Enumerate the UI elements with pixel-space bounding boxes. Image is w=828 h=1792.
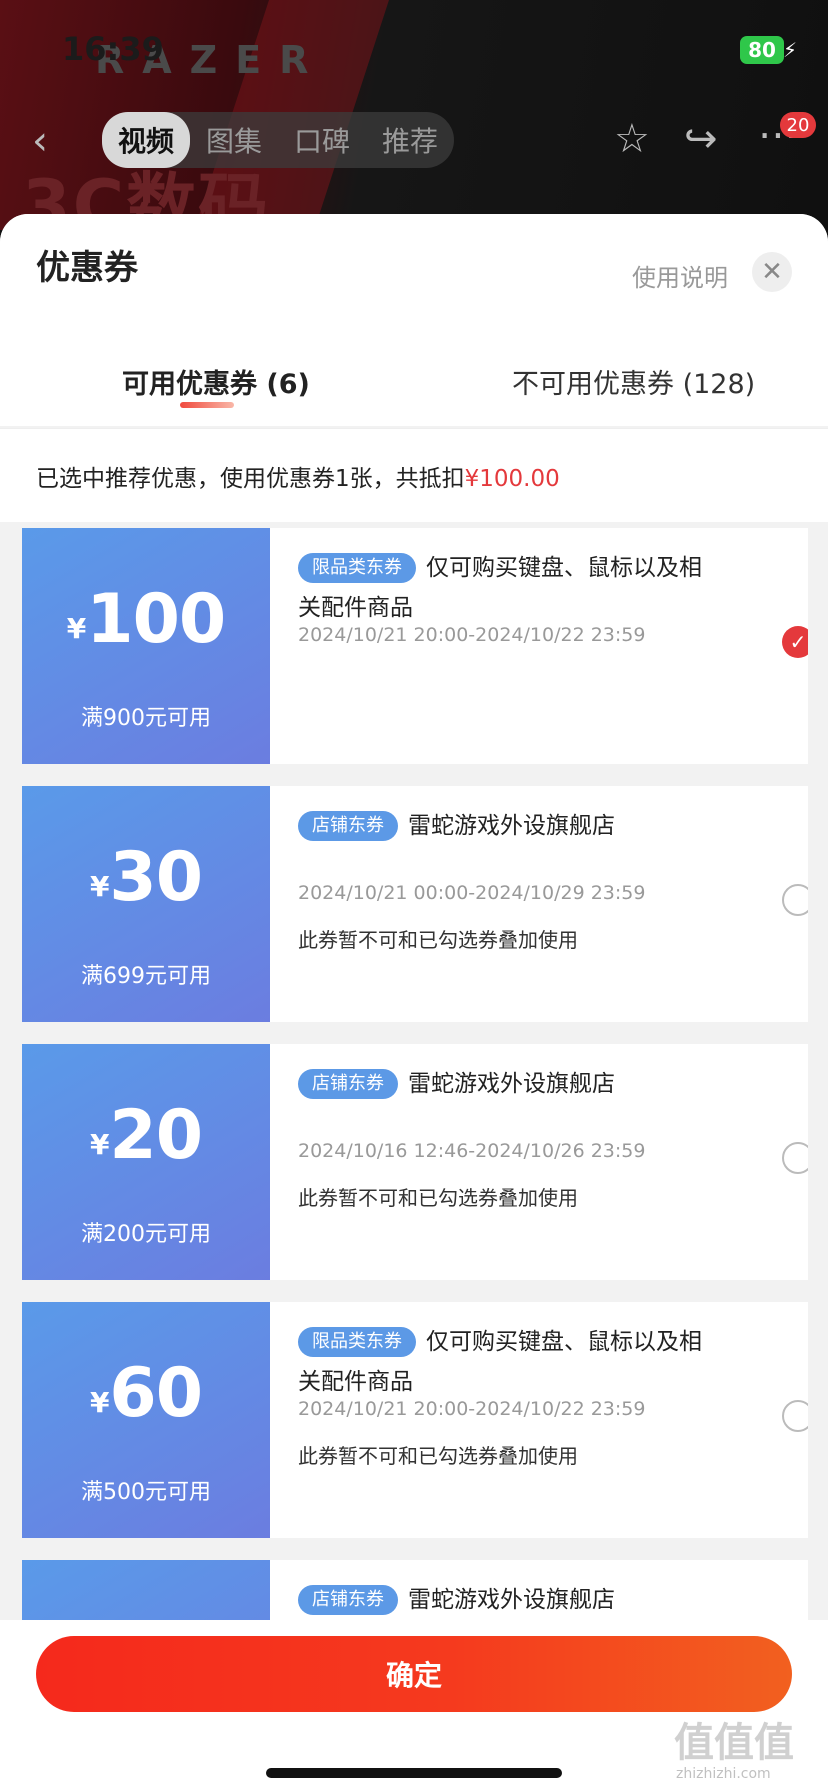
coupon-amount: ¥20 (22, 1096, 270, 1175)
coupon-validity: 2024/10/21 20:00-2024/10/22 23:59 (298, 624, 646, 646)
coupon-card[interactable]: ¥20 满200元可用 店铺东券 雷蛇游戏外设旗舰店 2024/10/16 12:… (22, 1044, 808, 1280)
coupon-details: 店铺东券 雷蛇游戏外设旗舰店 2024/10/16 12:46-2024/10/2… (270, 1044, 808, 1280)
sheet-title: 优惠券 (36, 248, 138, 288)
tab-video[interactable]: 视频 (102, 112, 190, 168)
coupon-condition: 满200元可用 (81, 1222, 211, 1247)
coupon-details: 限品类东券 仅可购买键盘、鼠标以及相 关配件商品 2024/10/21 20:00-… (270, 528, 808, 764)
battery-icon: 80 (740, 36, 784, 64)
coupon-stacking-note: 此券暂不可和已勾选券叠加使用 (298, 928, 578, 952)
coupon-condition: 满699元可用 (81, 964, 211, 989)
coupon-checkbox[interactable] (782, 1400, 808, 1432)
usage-instructions-link[interactable]: 使用说明 (632, 258, 728, 293)
home-indicator[interactable] (266, 1768, 562, 1778)
coupon-validity: 2024/10/21 00:00-2024/10/29 23:59 (298, 882, 646, 904)
coupon-value: 20 (109, 1096, 203, 1175)
coupon-tag: 店铺东券 (298, 1585, 398, 1615)
coupon-description: 店铺东券 雷蛇游戏外设旗舰店 (298, 1580, 718, 1620)
summary-amount: ¥100.00 (464, 466, 560, 492)
coupon-validity: 2024/10/21 20:00-2024/10/22 23:59 (298, 1398, 646, 1420)
coupon-desc-lead: 雷蛇游戏外设旗舰店 (408, 1071, 615, 1097)
charging-icon: ⚡ (783, 38, 798, 62)
close-icon: ✕ (761, 257, 783, 287)
notification-badge: 20 (780, 112, 816, 138)
coupon-stacking-note: 此券暂不可和已勾选券叠加使用 (298, 1444, 578, 1468)
background-header: RAZER 3C数码 16:39 80 ⚡ ‹ 视频 图集 口碑 推荐 ☆ ↪ … (0, 0, 828, 230)
coupon-tag: 店铺东券 (298, 811, 398, 841)
currency-symbol: ¥ (89, 1128, 110, 1161)
sheet-header: 优惠券 使用说明 ✕ 可用优惠券 (6) 不可用优惠券 (128) (0, 214, 828, 426)
coupon-value: 30 (109, 838, 203, 917)
active-tab-indicator (180, 402, 234, 408)
coupon-sheet: 优惠券 使用说明 ✕ 可用优惠券 (6) 不可用优惠券 (128) 已选中推荐优… (0, 214, 828, 1792)
coupon-value-panel: ¥60 满500元可用 (22, 1302, 270, 1538)
tab-unavailable-coupons[interactable]: 不可用优惠券 (128) (512, 362, 755, 401)
tab-recommend[interactable]: 推荐 (366, 120, 454, 160)
confirm-button[interactable]: 确定 (36, 1636, 792, 1712)
watermark-logo: 值值值 (674, 1720, 794, 1766)
coupon-checkbox[interactable] (782, 884, 808, 916)
tab-gallery[interactable]: 图集 (190, 120, 278, 160)
coupon-details: 店铺东券 雷蛇游戏外设旗舰店 2024/10/21 00:00-2024/10/2… (270, 786, 808, 1022)
coupon-checkbox[interactable] (782, 1142, 808, 1174)
coupon-tag: 店铺东券 (298, 1069, 398, 1099)
coupon-description: 限品类东券 仅可购买键盘、鼠标以及相 关配件商品 (298, 1322, 718, 1402)
summary-label: 已选中推荐优惠，使用优惠券1张，共抵扣 (36, 466, 465, 492)
coupon-desc-lead: 仅可购买键盘、鼠标以及相 (426, 555, 702, 581)
coupon-desc-lead: 雷蛇游戏外设旗舰店 (408, 1587, 615, 1613)
currency-symbol: ¥ (89, 1386, 110, 1419)
coupon-desc-lead: 雷蛇游戏外设旗舰店 (408, 813, 615, 839)
share-icon[interactable]: ↪ (684, 116, 718, 162)
coupon-checkbox-checked[interactable]: ✓ (782, 626, 808, 658)
coupon-description: 店铺东券 雷蛇游戏外设旗舰店 (298, 806, 718, 846)
nav-tabs: 视频 图集 口碑 推荐 (102, 112, 454, 168)
coupon-details: 限品类东券 仅可购买键盘、鼠标以及相 关配件商品 2024/10/21 20:00-… (270, 1302, 808, 1538)
currency-symbol: ¥ (66, 612, 87, 645)
currency-symbol: ¥ (89, 870, 110, 903)
close-button[interactable]: ✕ (752, 252, 792, 292)
tab-reviews[interactable]: 口碑 (278, 120, 366, 160)
coupon-description: 店铺东券 雷蛇游戏外设旗舰店 (298, 1064, 718, 1104)
coupon-desc-lead: 仅可购买键盘、鼠标以及相 (426, 1329, 702, 1355)
selection-summary: 已选中推荐优惠，使用优惠券1张，共抵扣¥100.00 (0, 428, 828, 522)
coupon-card[interactable]: ¥100 满900元可用 限品类东券 仅可购买键盘、鼠标以及相 关配件商品 2024… (22, 528, 808, 764)
coupon-stacking-note: 此券暂不可和已勾选券叠加使用 (298, 1186, 578, 1210)
coupon-value-panel: ¥100 满900元可用 (22, 528, 270, 764)
coupon-description: 限品类东券 仅可购买键盘、鼠标以及相 关配件商品 (298, 548, 718, 628)
coupon-desc-rest: 关配件商品 (298, 595, 413, 621)
coupon-card[interactable]: ¥60 满500元可用 限品类东券 仅可购买键盘、鼠标以及相 关配件商品 2024/… (22, 1302, 808, 1538)
coupon-tag: 限品类东券 (298, 1327, 416, 1357)
coupon-amount: ¥100 (22, 580, 270, 659)
status-time: 16:39 (62, 30, 164, 68)
coupon-amount: ¥60 (22, 1354, 270, 1433)
coupon-condition: 满500元可用 (81, 1480, 211, 1505)
watermark-url: zhizhizhi.com (676, 1766, 771, 1782)
coupon-value: 100 (86, 580, 226, 659)
coupon-validity: 2024/10/16 12:46-2024/10/26 23:59 (298, 1140, 646, 1162)
back-icon[interactable]: ‹ (32, 118, 66, 168)
coupon-amount: ¥30 (22, 838, 270, 917)
coupon-tag: 限品类东券 (298, 553, 416, 583)
summary-text: 已选中推荐优惠，使用优惠券1张，共抵扣¥100.00 (36, 459, 560, 493)
coupon-value: 60 (109, 1354, 203, 1433)
coupon-value-panel: ¥30 满699元可用 (22, 786, 270, 1022)
coupon-value-panel: ¥20 满200元可用 (22, 1044, 270, 1280)
coupon-condition: 满900元可用 (81, 706, 211, 731)
check-icon: ✓ (789, 630, 807, 654)
coupon-desc-rest: 关配件商品 (298, 1369, 413, 1395)
battery-level: 80 (748, 38, 776, 62)
star-icon[interactable]: ☆ (614, 116, 650, 162)
coupon-card[interactable]: ¥30 满699元可用 店铺东券 雷蛇游戏外设旗舰店 2024/10/21 00:… (22, 786, 808, 1022)
tab-available-coupons[interactable]: 可用优惠券 (6) (122, 362, 310, 401)
